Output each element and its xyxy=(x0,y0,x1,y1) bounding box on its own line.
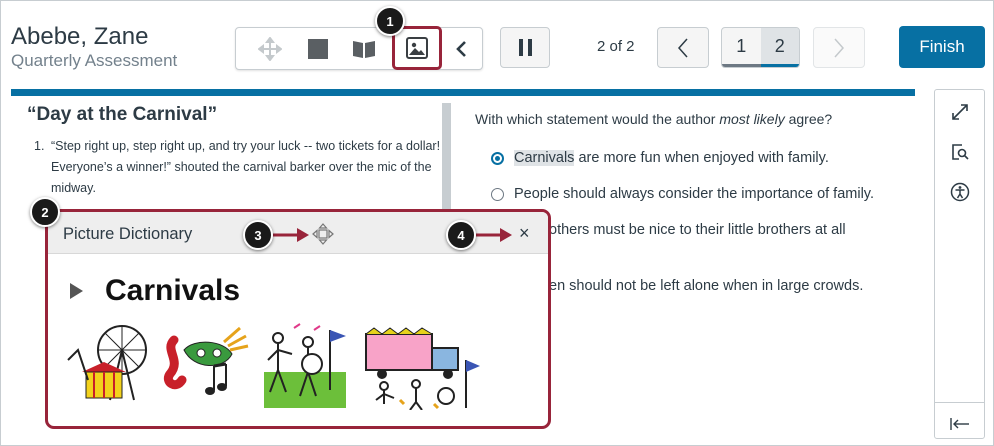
circus-truck-parade-picture xyxy=(365,327,480,411)
next-page-button[interactable] xyxy=(813,27,865,68)
page-2-button[interactable]: 2 xyxy=(760,28,799,67)
expand-button[interactable] xyxy=(948,100,972,124)
answer-option-1[interactable]: Carnivals are more fun when enjoyed with… xyxy=(491,150,829,166)
book-icon xyxy=(353,41,375,58)
ferris-wheel-carousel-picture xyxy=(67,325,147,401)
stop-button[interactable] xyxy=(298,34,338,64)
expand-triangle-icon[interactable] xyxy=(70,283,83,299)
callout-badge-1: 1 xyxy=(375,6,405,36)
callout-badge-4: 4 xyxy=(446,220,476,250)
collapse-panel-button[interactable] xyxy=(948,412,972,436)
move-arrows-icon xyxy=(258,37,282,61)
accessibility-button[interactable] xyxy=(948,180,972,204)
drag-handle[interactable] xyxy=(312,223,334,250)
move-toolbar-button[interactable] xyxy=(250,34,290,64)
answer-option-3[interactable]: others must be nice to their little brot… xyxy=(549,222,846,238)
page-selector: 1 2 xyxy=(721,27,800,68)
app-window: Abebe, Zane Quarterly Assessment 2 of 2 … xyxy=(0,0,994,446)
reading-magnifier-button[interactable] xyxy=(948,140,972,164)
radio-button[interactable] xyxy=(491,187,504,201)
dictionary-button[interactable] xyxy=(344,34,384,64)
collapse-panel-icon xyxy=(950,418,969,430)
move-arrows-icon xyxy=(312,223,334,245)
callout-arrow-4 xyxy=(476,228,512,242)
passage-scrollbar[interactable] xyxy=(442,103,451,218)
collapse-toolbar-button[interactable] xyxy=(441,34,481,64)
close-button[interactable]: × xyxy=(519,223,530,244)
picture-dictionary-title: Picture Dictionary xyxy=(63,225,193,243)
passage-paragraph: 1. “Step right up, step right up, and tr… xyxy=(34,136,446,199)
answer-option-2[interactable]: People should always consider the import… xyxy=(491,186,874,202)
pause-button[interactable] xyxy=(500,27,550,68)
right-sidebar xyxy=(934,89,985,439)
header-divider xyxy=(11,89,915,96)
dictionary-word: Carnivals xyxy=(105,274,241,307)
finish-button[interactable]: Finish xyxy=(899,26,985,68)
assessment-name: Quarterly Assessment xyxy=(11,51,178,70)
magnifier-icon xyxy=(952,144,969,160)
passage-title: “Day at the Carnival” xyxy=(27,104,218,125)
picture-row xyxy=(64,320,484,415)
page-count: 2 of 2 xyxy=(597,38,635,55)
student-header: Abebe, Zane Quarterly Assessment xyxy=(11,23,177,71)
paragraph-text: “Step right up, step right up, and try y… xyxy=(51,139,441,195)
picture-icon xyxy=(406,37,428,59)
expand-icon xyxy=(952,104,968,120)
paragraph-number: 1. xyxy=(34,139,45,153)
dictionary-entry[interactable]: Carnivals xyxy=(70,274,240,308)
passage-panel: “Day at the Carnival” 1. “Step right up,… xyxy=(11,96,451,216)
tools-toolbar xyxy=(235,26,483,70)
chevron-left-icon xyxy=(677,38,688,57)
chevron-right-icon xyxy=(834,38,845,57)
page-1-button[interactable]: 1 xyxy=(722,28,761,67)
radio-selected[interactable] xyxy=(491,151,504,165)
answer-option-4[interactable]: en should not be left alone when in larg… xyxy=(549,278,863,294)
student-name: Abebe, Zane xyxy=(11,23,149,50)
highlighted-word: Carnivals xyxy=(514,150,575,166)
question-prompt: With which statement would the author mo… xyxy=(475,111,833,127)
previous-page-button[interactable] xyxy=(657,27,709,68)
square-icon xyxy=(308,39,328,59)
callout-badge-3: 3 xyxy=(243,220,273,250)
parade-band-picture xyxy=(264,323,346,408)
callout-badge-2: 2 xyxy=(30,197,60,227)
chevron-left-icon xyxy=(456,41,466,57)
pause-icon xyxy=(518,39,523,56)
accessibility-icon xyxy=(950,182,970,202)
callout-arrow-3 xyxy=(273,228,309,242)
mask-music-picture xyxy=(164,326,249,395)
